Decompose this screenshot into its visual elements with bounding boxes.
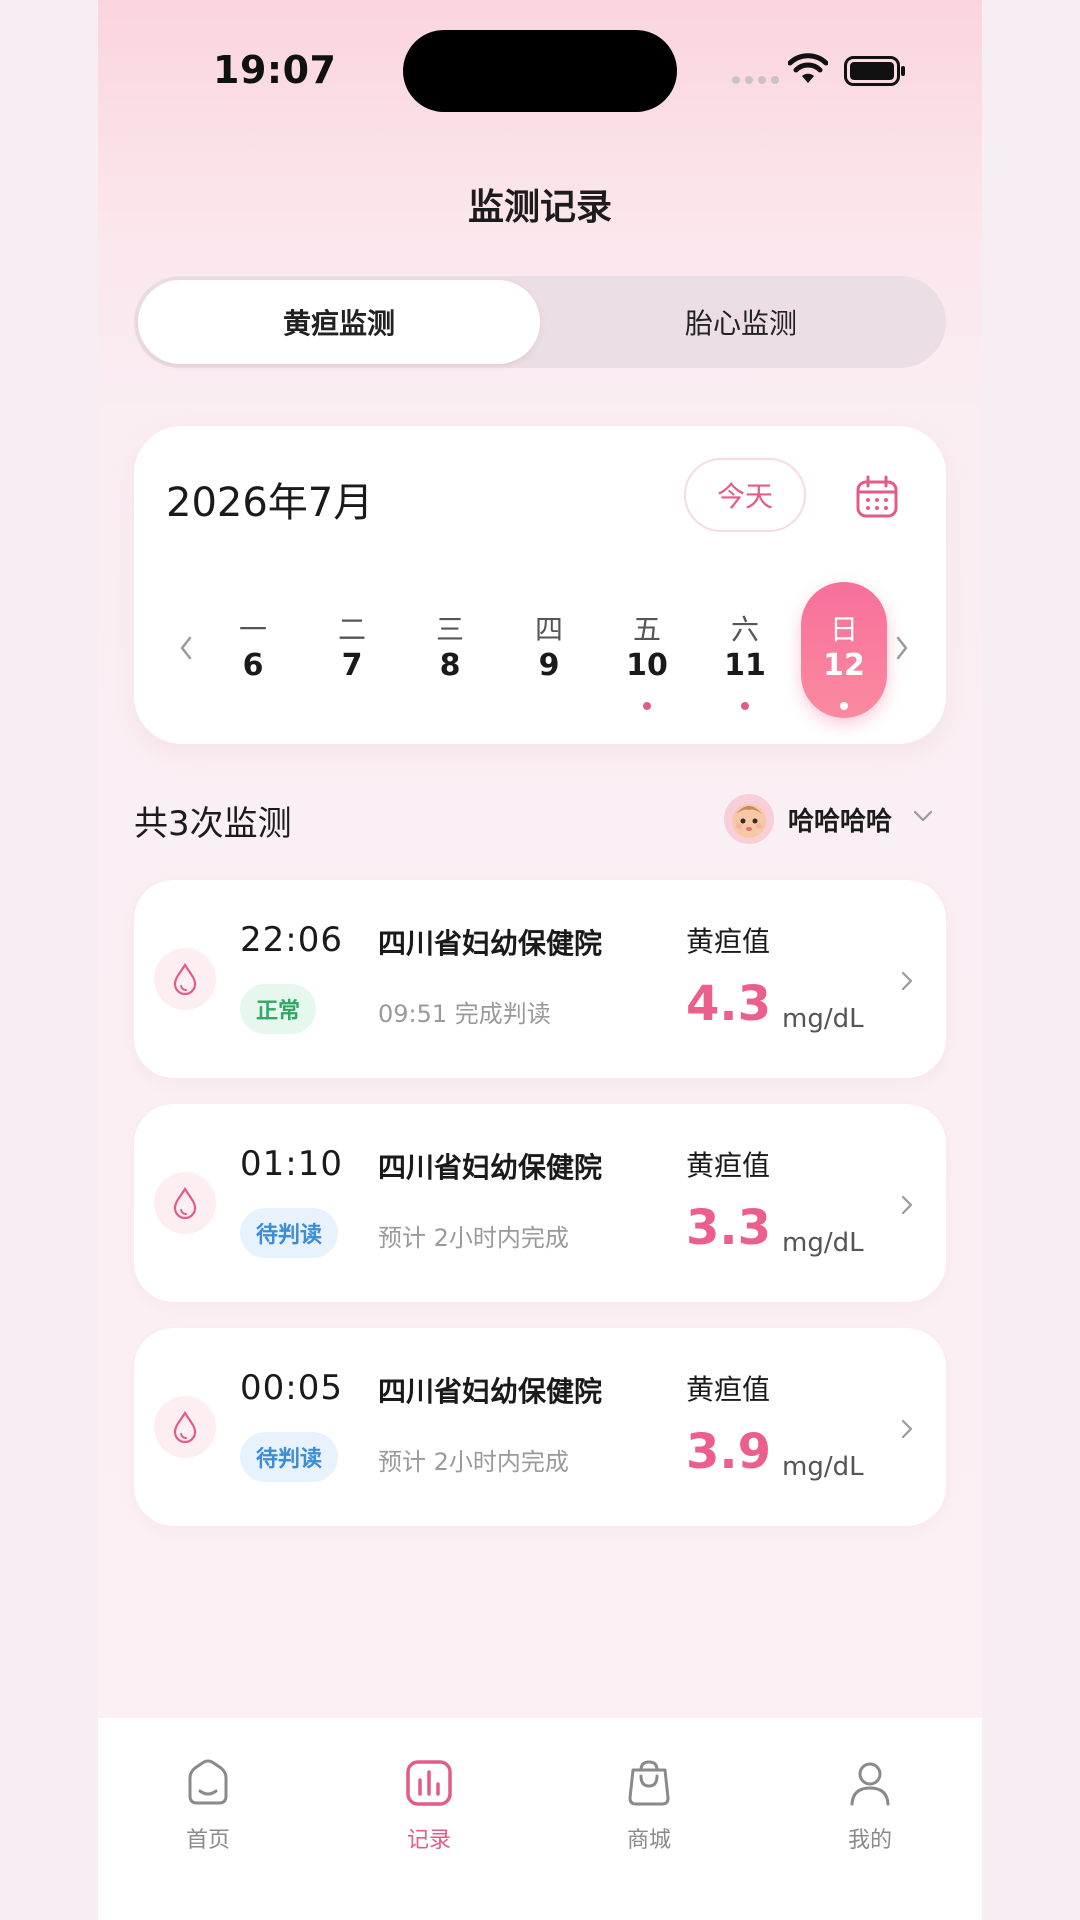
tab-label: 记录 <box>406 1828 451 1853</box>
day-cell[interactable]: 四 9 <box>506 582 592 718</box>
day-weekday: 五 <box>632 613 661 646</box>
tab-profile[interactable]: 我的 <box>815 1736 925 1854</box>
day-cell-selected[interactable]: 日 12 <box>801 582 887 718</box>
calendar-month: 2026年7月 <box>166 480 374 526</box>
status-badge: 正常 <box>240 984 317 1034</box>
records-chart-icon <box>406 1760 452 1806</box>
status-time: 19:07 <box>213 48 337 92</box>
baby-avatar[interactable] <box>724 794 774 844</box>
day-weekday: 四 <box>534 613 563 646</box>
tab-label: 首页 <box>185 1828 230 1853</box>
record-label: 黄疸值 <box>686 1373 771 1406</box>
record-unit: mg/dL <box>782 1452 864 1482</box>
tab-home[interactable]: 首页 <box>153 1736 263 1854</box>
home-icon <box>188 1759 228 1805</box>
day-cell[interactable]: 三 8 <box>407 582 493 718</box>
day-date: 6 <box>242 648 264 683</box>
day-cell[interactable]: 六 11 <box>702 582 788 718</box>
day-date: 9 <box>538 648 560 683</box>
record-dot <box>840 702 848 710</box>
calendar-card: 2026年7月 今天 一 6 二 7 三 8 四 9 五 10 六 11 日 1… <box>134 426 946 744</box>
record-label: 黄疸值 <box>686 925 771 958</box>
record-hospital: 四川省妇幼保健院 <box>378 1375 603 1408</box>
record-count: 共3次监测 <box>134 804 292 844</box>
today-button[interactable]: 今天 <box>684 458 806 532</box>
page-title: 监测记录 <box>467 187 612 228</box>
day-date: 10 <box>626 648 668 683</box>
calendar-icon[interactable] <box>854 474 900 520</box>
signal-icon <box>732 76 779 84</box>
baby-face-icon <box>732 804 766 838</box>
chevron-right-icon <box>901 971 913 991</box>
profile-icon <box>850 1762 890 1806</box>
day-cell[interactable]: 一 6 <box>210 582 296 718</box>
record-time: 22:06 <box>240 920 343 960</box>
day-date: 7 <box>341 648 363 683</box>
record-subtitle: 预计 2小时内完成 <box>378 1224 569 1252</box>
tab-label: 我的 <box>847 1828 892 1853</box>
dynamic-island <box>403 30 677 112</box>
drop-icon <box>154 1396 216 1458</box>
record-time: 00:05 <box>240 1368 343 1408</box>
record-value: 3.9 <box>686 1424 772 1480</box>
drop-icon <box>154 948 216 1010</box>
status-badge: 待判读 <box>240 1432 339 1482</box>
record-card[interactable]: 00:05 四川省妇幼保健院 待判读 预计 2小时内完成 黄疸值 3.9 mg/… <box>134 1328 946 1526</box>
wifi-icon <box>788 53 828 83</box>
drop-icon <box>154 1172 216 1234</box>
record-unit: mg/dL <box>782 1004 864 1034</box>
day-weekday: 六 <box>730 613 759 646</box>
day-weekday: 日 <box>829 613 858 646</box>
day-date: 11 <box>724 648 766 683</box>
chevron-down-icon[interactable] <box>912 808 934 824</box>
tab-records[interactable]: 记录 <box>374 1736 484 1854</box>
tab-fetal-heart[interactable]: 胎心监测 <box>540 280 942 364</box>
record-time: 01:10 <box>240 1144 343 1184</box>
record-value: 3.3 <box>686 1200 772 1256</box>
tab-shop[interactable]: 商城 <box>594 1736 704 1854</box>
day-date: 12 <box>823 648 865 683</box>
baby-name[interactable]: 哈哈哈哈 <box>788 801 892 838</box>
chevron-right-icon <box>901 1419 913 1439</box>
battery-icon <box>844 56 905 86</box>
tab-label: 商城 <box>626 1828 671 1853</box>
day-date: 8 <box>439 648 461 683</box>
day-weekday: 一 <box>238 613 267 646</box>
app-screen: 19:07 监测记录 黄疸监测 胎心监测 2026年7月 今天 一 6 二 7 … <box>98 0 982 1920</box>
next-week-icon[interactable] <box>892 634 912 662</box>
day-weekday: 二 <box>337 613 366 646</box>
day-cell[interactable]: 二 7 <box>309 582 395 718</box>
record-hospital: 四川省妇幼保健院 <box>378 927 603 960</box>
tab-jaundice[interactable]: 黄疸监测 <box>138 280 540 364</box>
record-card[interactable]: 22:06 四川省妇幼保健院 正常 09:51 完成判读 黄疸值 4.3 mg/… <box>134 880 946 1078</box>
record-dot <box>741 702 749 710</box>
record-dot <box>643 702 651 710</box>
record-unit: mg/dL <box>782 1228 864 1258</box>
chevron-right-icon <box>901 1195 913 1215</box>
monitor-type-tabs: 黄疸监测 胎心监测 <box>134 276 946 368</box>
record-subtitle: 09:51 完成判读 <box>378 1000 551 1028</box>
status-badge: 待判读 <box>240 1208 339 1258</box>
day-cell[interactable]: 五 10 <box>604 582 690 718</box>
record-subtitle: 预计 2小时内完成 <box>378 1448 569 1476</box>
record-card[interactable]: 01:10 四川省妇幼保健院 待判读 预计 2小时内完成 黄疸值 3.3 mg/… <box>134 1104 946 1302</box>
record-hospital: 四川省妇幼保健院 <box>378 1151 603 1184</box>
record-value: 4.3 <box>686 976 772 1032</box>
day-weekday: 三 <box>435 613 464 646</box>
record-label: 黄疸值 <box>686 1149 771 1182</box>
shop-bag-icon <box>628 1760 670 1806</box>
bottom-tab-bar: 首页 记录 商城 我的 <box>98 1718 982 1920</box>
prev-week-icon[interactable] <box>176 634 196 662</box>
